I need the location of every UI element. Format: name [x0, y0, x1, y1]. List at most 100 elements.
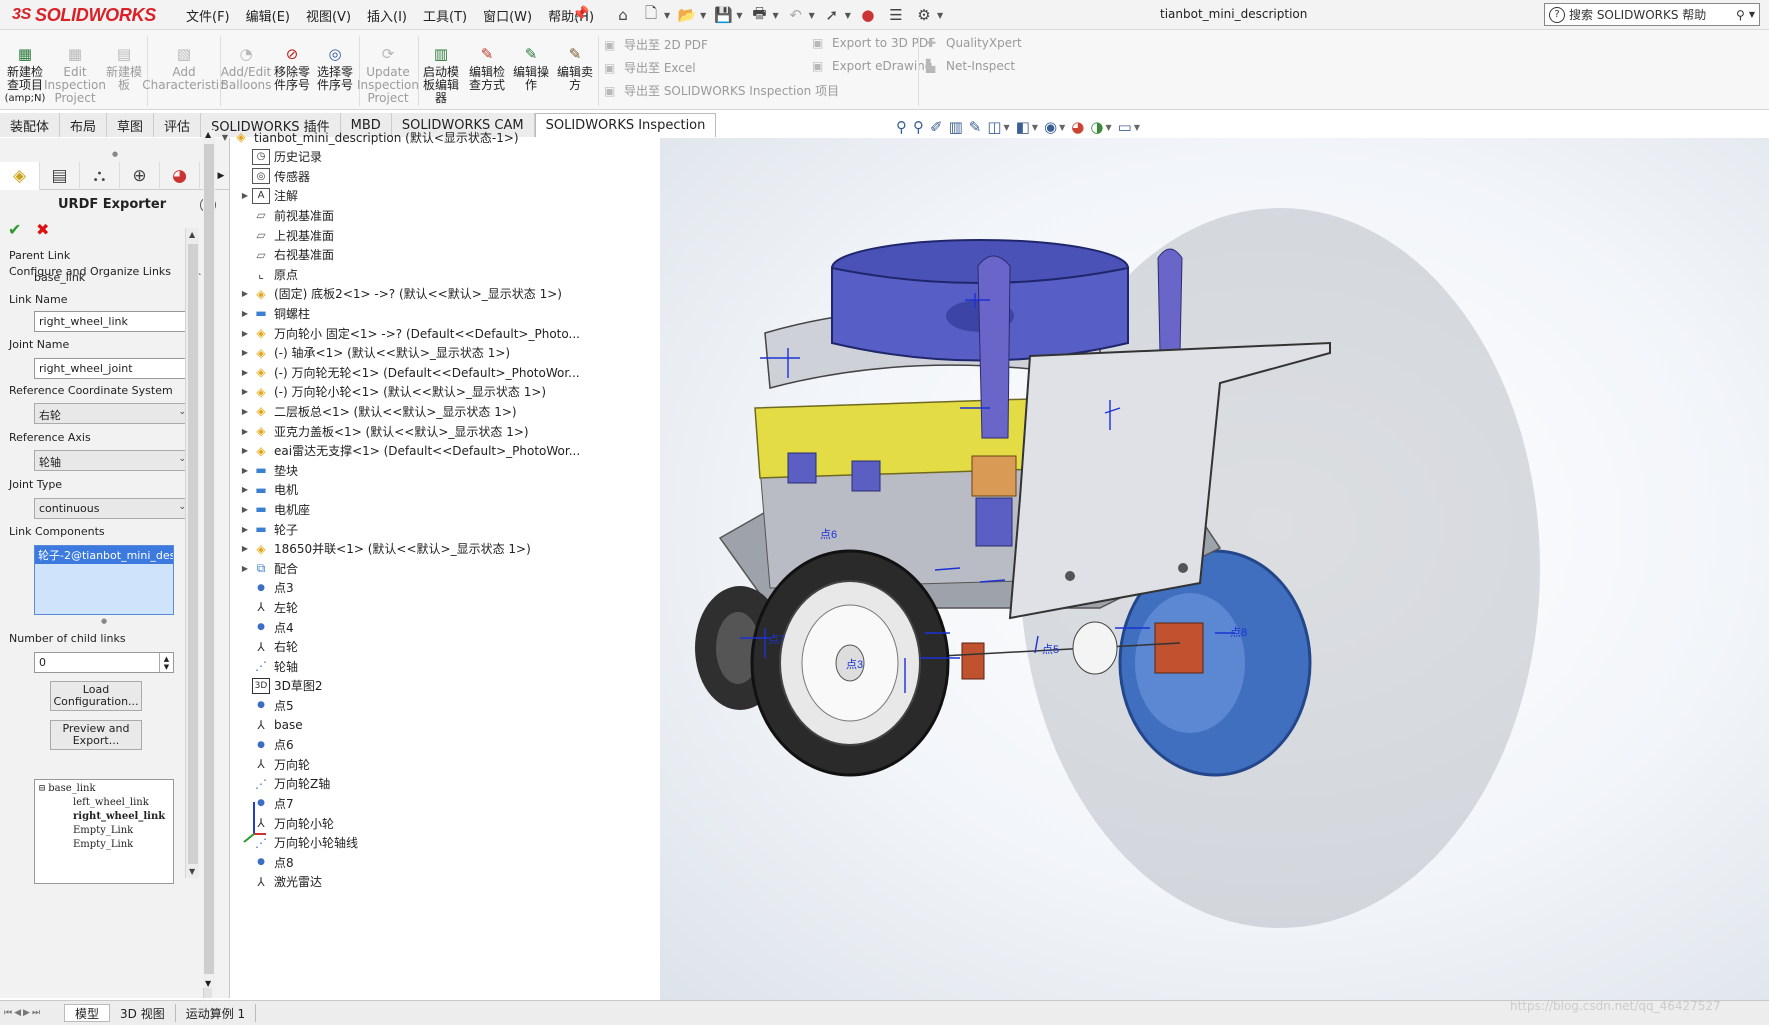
graphics-viewport[interactable]: 点3 点5 点6 点7 点8 — [243, 138, 1769, 1000]
chevron-down-icon[interactable]: ▼ — [1749, 10, 1755, 19]
tree-item[interactable]: ▶ ◈ 亚克力盖板<1> (默认<<默认>_显示状态 1>) — [238, 421, 529, 441]
preview-export-button[interactable]: Preview and Export... — [50, 720, 142, 750]
tab-scroll-arrows[interactable]: ⏮ ◀ ▶ ⏭ — [0, 1008, 64, 1018]
appearance-icon[interactable]: ◕ — [1071, 118, 1084, 136]
tree-item[interactable]: ▱ 上视基准面 — [238, 225, 334, 245]
motor-mount-right[interactable] — [1154, 622, 1204, 674]
tree-item[interactable]: ● 点5 — [238, 695, 294, 715]
display-manager-tab-icon[interactable]: ◕ — [160, 162, 200, 190]
tree-item[interactable]: ● 点3 — [238, 578, 294, 598]
display-style-icon[interactable]: ◧ — [1016, 118, 1030, 136]
tab-evaluate[interactable]: 评估 — [154, 113, 202, 137]
tree-item[interactable]: ▱ 前视基准面 — [238, 205, 334, 225]
tree-node[interactable]: Empty_Link — [39, 838, 169, 852]
traffic-light-icon[interactable]: ● — [857, 4, 879, 26]
link-tree[interactable]: ⊟ base_link left_wheel_link right_wheel_… — [34, 779, 174, 884]
tree-item[interactable]: ⅄ 右轮 — [238, 637, 298, 657]
chevron-down-icon[interactable]: ▼ — [205, 979, 211, 988]
chevron-up-icon[interactable]: ▲ — [205, 130, 211, 139]
select-balloon-button[interactable]: ◎ 选择零 件序号 — [315, 44, 355, 92]
chevron-right-icon[interactable]: ▶ — [238, 544, 252, 553]
joint-name-input[interactable]: right_wheel_joint — [34, 358, 192, 379]
tab-3d-views[interactable]: 3D 视图 — [110, 1004, 176, 1022]
tab-model[interactable]: 模型 — [64, 1004, 111, 1022]
tree-item[interactable]: ▶ ▬ 电机座 — [238, 499, 310, 519]
menu-tools[interactable]: 工具(T) — [415, 6, 475, 25]
motor-right[interactable] — [851, 460, 881, 492]
export-2d-pdf-button[interactable]: ▣ 导出至 2D PDF — [604, 36, 708, 53]
tree-node-selected[interactable]: right_wheel_link — [39, 810, 169, 824]
tree-item[interactable]: ⋰ 万向轮Z轴 — [238, 774, 330, 794]
chevron-right-icon[interactable]: ▶ — [238, 289, 252, 298]
chevron-down-icon[interactable]: ▼ — [189, 867, 195, 876]
view-settings-icon[interactable]: ▭ — [1118, 118, 1132, 136]
motor-left[interactable] — [787, 452, 817, 484]
chevron-down-icon[interactable]: ▼ — [809, 11, 815, 20]
stepper-arrows-icon[interactable]: ▲ ▼ — [159, 653, 173, 672]
menu-window[interactable]: 窗口(W) — [475, 6, 540, 25]
chevron-down-icon[interactable]: ▼ — [1134, 123, 1140, 132]
hide-show-icon[interactable]: ◉ — [1044, 118, 1057, 136]
ref-coord-select[interactable]: 右轮 ⌄ — [34, 403, 192, 424]
list-resize-handle[interactable]: ● — [101, 617, 107, 625]
chevron-down-icon[interactable]: ▼ — [1059, 123, 1065, 132]
scrollbar-thumb[interactable] — [204, 144, 214, 974]
last-tab-icon[interactable]: ⏭ — [32, 1008, 40, 1018]
tree-item[interactable]: ▶ ◈ 18650并联<1> (默认<<默认>_显示状态 1>) — [238, 539, 531, 559]
chevron-down-icon[interactable]: ▼ — [664, 11, 670, 20]
edit-operation-button[interactable]: ✎ 编辑操作 — [510, 44, 552, 92]
prev-tab-icon[interactable]: ◀ — [14, 1008, 21, 1018]
chevron-down-icon[interactable]: ▼ — [845, 11, 851, 20]
featuremanager-tab-icon[interactable]: ◈ — [0, 162, 40, 190]
gear-icon[interactable]: ⚙ — [913, 4, 935, 26]
export-excel-button[interactable]: ▣ 导出至 Excel — [604, 59, 696, 76]
next-tab-icon[interactable]: ▶ — [23, 1008, 30, 1018]
chevron-right-icon[interactable]: ▶ — [238, 387, 252, 396]
new-template-button[interactable]: ▤ 新建模板 — [104, 44, 144, 92]
tab-motion-study[interactable]: 运动算例 1 — [176, 1004, 257, 1022]
chevron-down-icon[interactable]: ▼ — [736, 11, 742, 20]
brass-nut[interactable] — [971, 455, 1017, 497]
menu-view[interactable]: 视图(V) — [298, 6, 359, 25]
update-inspection-project-button[interactable]: ⟳ Update Inspection Project — [357, 44, 419, 105]
tree-item[interactable]: ⅄ 万向轮 — [238, 754, 310, 774]
tree-item[interactable]: ▶ ◈ (固定) 底板2<1> ->? (默认<<默认>_显示状态 1>) — [238, 284, 562, 304]
tree-item[interactable]: ▶ ◈ (-) 万向轮无轮<1> (Default<<Default>_PhotoW… — [238, 362, 580, 382]
chevron-right-icon[interactable]: ▶ — [238, 525, 252, 534]
joint-type-select[interactable]: continuous ⌄ — [34, 498, 192, 519]
print-icon[interactable]: 🖶 — [748, 4, 770, 26]
section-view-icon[interactable]: ▥ — [949, 118, 963, 136]
tree-item[interactable]: ▶ ▬ 垫块 — [238, 460, 298, 480]
save-icon[interactable]: 💾 — [712, 4, 734, 26]
tree-item[interactable]: ● 点6 — [238, 735, 294, 755]
template-editor-button[interactable]: ▥ 启动模 板编辑器 — [420, 44, 462, 105]
remove-balloon-button[interactable]: ⊘ 移除零 件序号 — [272, 44, 312, 92]
post-lower[interactable] — [975, 497, 1013, 547]
tree-item[interactable]: ▶ ⧉ 配合 — [238, 558, 298, 578]
tree-item[interactable]: ● 点8 — [238, 852, 294, 872]
chevron-right-icon[interactable]: ▶ — [238, 466, 252, 475]
link-name-input[interactable]: right_wheel_link — [34, 311, 192, 332]
pin-icon[interactable]: 📌 — [572, 6, 589, 22]
menu-insert[interactable]: 插入(I) — [359, 6, 415, 25]
chevron-right-icon[interactable]: ▶ — [238, 427, 252, 436]
tree-item[interactable]: ⋰ 轮轴 — [238, 656, 298, 676]
edit-inspection-project-button[interactable]: ▦ Edit Inspection Project — [44, 44, 106, 105]
pm-scrollbar[interactable]: ▲ ▼ — [185, 228, 199, 878]
home-icon[interactable]: ⌂ — [612, 4, 634, 26]
cancel-x-icon[interactable]: ✖ — [36, 220, 49, 239]
tree-item[interactable]: ▶ ◈ eai雷达无支撑<1> (Default<<Default>_PhotoWo… — [238, 441, 580, 461]
open-icon[interactable]: 📂 — [676, 4, 698, 26]
export-inspection-project-button[interactable]: ▣ 导出至 SOLIDWORKS Inspection 项目 — [604, 82, 839, 99]
tree-item[interactable]: ▶ ◈ (-) 轴承<1> (默认<<默认>_显示状态 1>) — [238, 343, 510, 363]
tree-item[interactable]: ▶ ▬ 轮子 — [238, 519, 298, 539]
search-icon[interactable]: ⚲ — [1736, 8, 1745, 22]
list-item[interactable]: 轮子-2@tianbot_mini_description — [35, 546, 173, 564]
tree-item[interactable]: ▶ ▬ 铜螺柱 — [238, 303, 310, 323]
add-characteristic-button[interactable]: ▧ Add Characteristic — [142, 44, 225, 92]
scene-icon[interactable]: ◑ — [1090, 118, 1103, 136]
zoom-area-icon[interactable]: ⚲ — [913, 118, 924, 136]
tree-item[interactable]: ● 点4 — [238, 617, 294, 637]
select-pointer-icon[interactable]: ➚ — [821, 4, 843, 26]
tree-node-root[interactable]: ⊟ base_link — [39, 782, 169, 796]
